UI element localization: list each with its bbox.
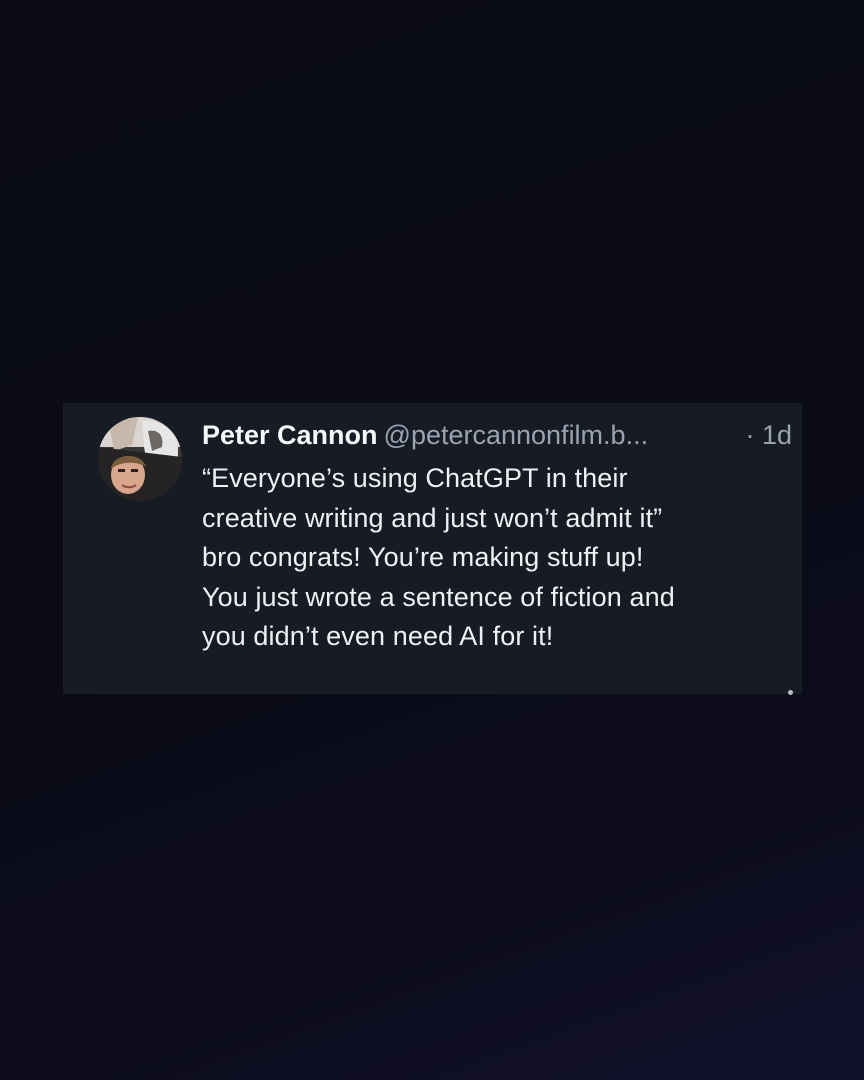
author-name[interactable]: Peter Cannon — [202, 420, 378, 450]
post-text-line: creative writing and just won’t admit it… — [202, 502, 663, 533]
post-text-line: bro congrats! You’re making stuff up! — [202, 542, 644, 572]
author-handle[interactable]: @petercannonfilm.b... — [384, 420, 649, 450]
more-indicator-dot — [788, 690, 793, 695]
post-timestamp[interactable]: · 1d — [745, 417, 792, 453]
post-header: Peter Cannon @petercannonfilm.b... · 1d — [202, 417, 792, 453]
post-text-line: You just wrote a sentence of fiction and — [202, 581, 675, 612]
post-card[interactable]: Peter Cannon @petercannonfilm.b... · 1d “… — [63, 403, 802, 695]
post-text-line: you didn’t even need AI for it! — [202, 621, 554, 651]
avatar-photo — [98, 417, 182, 501]
post-text-line: “Everyone’s using ChatGPT in their — [202, 463, 628, 493]
post-text: “Everyone’s using ChatGPT in their creat… — [202, 459, 782, 657]
avatar[interactable] — [98, 417, 182, 501]
